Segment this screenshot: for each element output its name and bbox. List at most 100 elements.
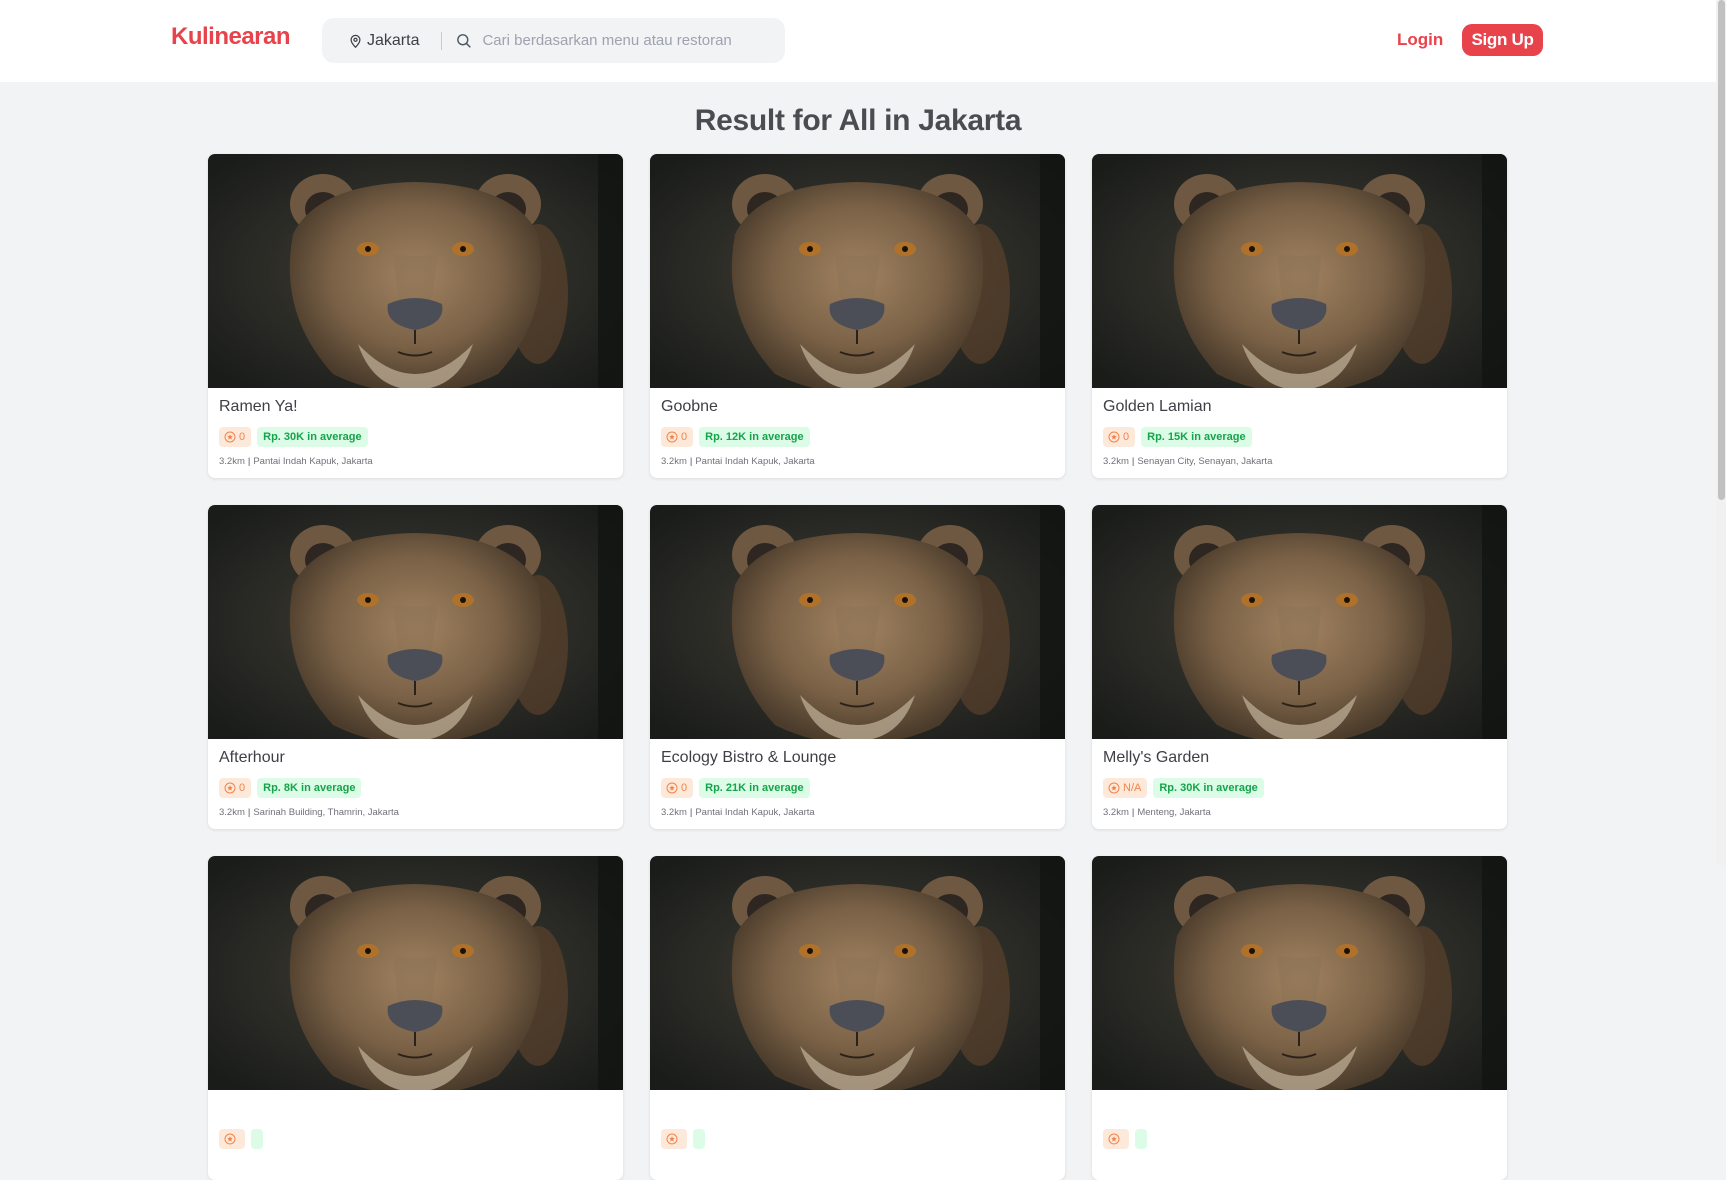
restaurant-meta: 3.2km | Senayan City, Senayan, Jakarta [1103, 456, 1496, 467]
rating-value: N/A [1123, 782, 1142, 794]
restaurant-image [1092, 505, 1507, 739]
restaurant-name [1103, 1100, 1496, 1120]
restaurant-card[interactable]: Ecology Bistro & Lounge 0 Rp. 21K in ave… [650, 505, 1065, 829]
restaurant-name [219, 1100, 612, 1120]
rating-badge: 0 [219, 427, 252, 447]
star-icon [666, 782, 678, 794]
rating-badge [1103, 1129, 1129, 1149]
price-badge [693, 1129, 705, 1149]
star-icon [1108, 431, 1120, 443]
restaurant-name: Melly's Garden [1103, 749, 1210, 766]
rating-value: 0 [681, 431, 688, 443]
distance: 3.2km [661, 456, 687, 467]
meta-separator: | [247, 456, 251, 467]
distance: 3.2km [1103, 807, 1129, 818]
restaurant-meta: 3.2km | Sarinah Building, Thamrin, Jakarta [219, 807, 612, 818]
meta-separator: | [1131, 456, 1135, 467]
meta-separator: | [1131, 807, 1135, 818]
price-badge: Rp. 30K in average [1153, 778, 1264, 798]
rating-value: 0 [681, 782, 688, 794]
restaurant-image [208, 856, 623, 1090]
restaurant-card[interactable] [208, 856, 623, 1180]
price-badge: Rp. 15K in average [1141, 427, 1252, 447]
distance: 3.2km [219, 456, 245, 467]
star-icon [1108, 782, 1120, 794]
restaurant-name [661, 1100, 1054, 1120]
price-badge: Rp. 30K in average [257, 427, 368, 447]
restaurant-name: Ramen Ya! [219, 398, 298, 415]
restaurant-name: Goobne [661, 398, 718, 415]
search-input[interactable] [480, 31, 785, 50]
star-icon [1108, 1133, 1120, 1145]
restaurant-name: Ecology Bistro & Lounge [661, 749, 837, 766]
signup-button[interactable]: Sign Up [1462, 24, 1543, 56]
meta-separator: | [689, 807, 693, 818]
meta-separator: | [247, 807, 251, 818]
restaurant-meta: 3.2km | Pantai Indah Kapuk, Jakarta [661, 807, 1054, 818]
app-logo[interactable]: Kulinearan [171, 23, 291, 51]
restaurant-name: Golden Lamian [1103, 398, 1212, 415]
restaurant-location: Sarinah Building, Thamrin, Jakarta [253, 807, 399, 818]
location-label: Jakarta [367, 31, 420, 49]
restaurant-location: Pantai Indah Kapuk, Jakarta [695, 807, 815, 818]
top-navbar: Kulinearan Jakarta Login Sign Up [0, 0, 1716, 82]
restaurant-image [208, 505, 623, 739]
rating-badge: N/A [1103, 778, 1148, 798]
rating-badge: 0 [661, 427, 694, 447]
restaurant-image [208, 154, 623, 388]
search-bar: Jakarta [322, 18, 785, 63]
restaurant-card[interactable]: Golden Lamian 0 Rp. 15K in average 3.2km… [1092, 154, 1507, 478]
restaurant-card[interactable]: Ramen Ya! 0 Rp. 30K in average 3.2km | Pan… [208, 154, 623, 478]
restaurant-image [1092, 856, 1507, 1090]
restaurant-image [650, 856, 1065, 1090]
restaurant-location: Pantai Indah Kapuk, Jakarta [253, 456, 373, 467]
price-badge: Rp. 21K in average [699, 778, 810, 798]
restaurant-image [650, 505, 1065, 739]
star-icon [224, 782, 236, 794]
restaurant-card[interactable] [650, 856, 1065, 1180]
scrollbar-thumb[interactable] [1718, 0, 1725, 500]
restaurant-meta: 3.2km | Menteng, Jakarta [1103, 807, 1496, 818]
rating-value: 0 [1123, 431, 1130, 443]
restaurant-location: Menteng, Jakarta [1137, 807, 1211, 818]
rating-badge [219, 1129, 245, 1149]
distance: 3.2km [219, 807, 245, 818]
rating-value: 0 [239, 431, 246, 443]
search-divider [441, 31, 443, 50]
restaurant-image [650, 154, 1065, 388]
restaurant-card[interactable] [1092, 856, 1507, 1180]
map-pin-icon [350, 34, 361, 48]
restaurant-location: Senayan City, Senayan, Jakarta [1137, 456, 1273, 467]
price-badge [251, 1129, 263, 1149]
restaurant-meta [661, 1158, 1054, 1169]
login-link[interactable]: Login [1397, 30, 1443, 50]
restaurant-card[interactable]: Afterhour 0 Rp. 8K in average 3.2km | Sari… [208, 505, 623, 829]
price-badge: Rp. 12K in average [699, 427, 810, 447]
star-icon [666, 431, 678, 443]
page-title: Result for All in Jakarta [694, 104, 1022, 137]
price-badge [1135, 1129, 1147, 1149]
price-badge: Rp. 8K in average [257, 778, 362, 798]
restaurant-name: Afterhour [219, 749, 285, 766]
distance: 3.2km [1103, 456, 1129, 467]
star-icon [224, 431, 236, 443]
rating-badge: 0 [661, 778, 694, 798]
restaurant-card[interactable]: Melly's Garden N/A Rp. 30K in average 3.… [1092, 505, 1507, 829]
rating-badge: 0 [1103, 427, 1136, 447]
star-icon [666, 1133, 678, 1145]
rating-badge: 0 [219, 778, 252, 798]
rating-value: 0 [239, 782, 246, 794]
restaurant-meta [1103, 1158, 1496, 1169]
search-icon [457, 34, 472, 48]
restaurant-meta [219, 1158, 612, 1169]
location-selector[interactable]: Jakarta [322, 18, 419, 63]
distance: 3.2km [661, 807, 687, 818]
restaurant-location: Pantai Indah Kapuk, Jakarta [695, 456, 815, 467]
meta-separator: | [689, 456, 693, 467]
restaurant-image [1092, 154, 1507, 388]
star-icon [224, 1133, 236, 1145]
restaurant-meta: 3.2km | Pantai Indah Kapuk, Jakarta [219, 456, 612, 467]
rating-badge [661, 1129, 687, 1149]
restaurant-grid: Ramen Ya! 0 Rp. 30K in average 3.2km | Pan… [208, 154, 1507, 1180]
restaurant-card[interactable]: Goobne 0 Rp. 12K in average 3.2km | Pantai… [650, 154, 1065, 478]
